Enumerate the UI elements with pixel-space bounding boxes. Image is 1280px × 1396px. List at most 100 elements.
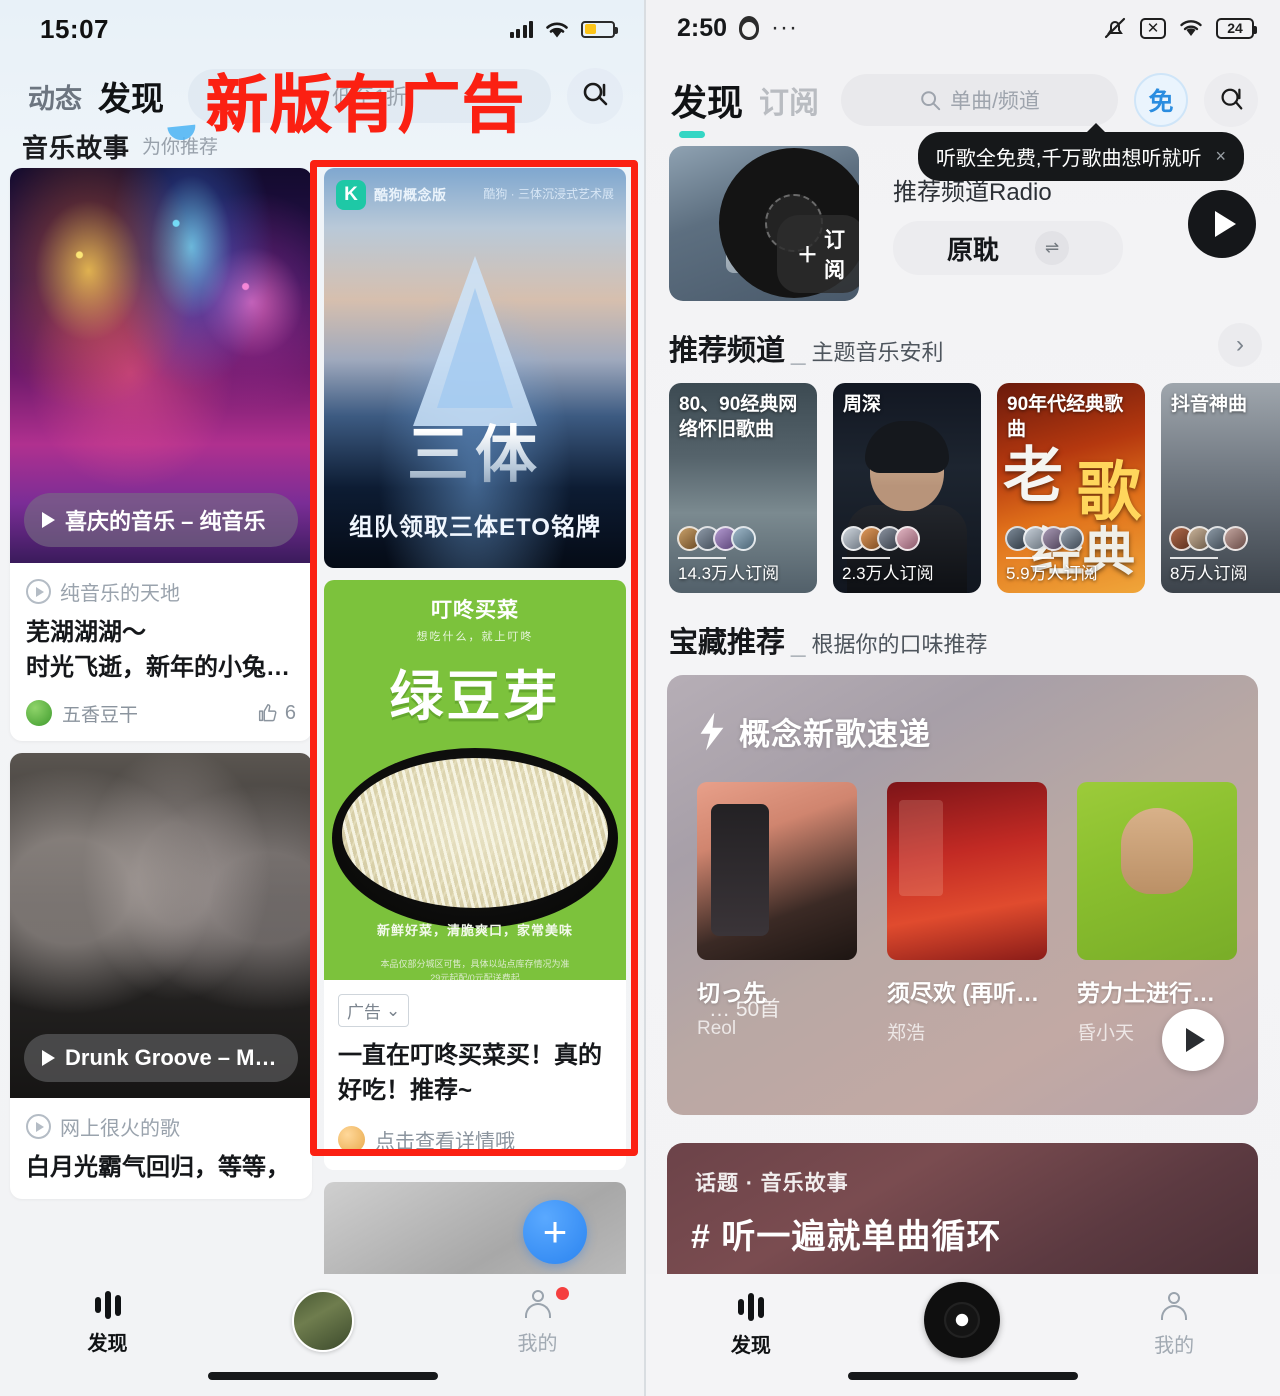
treasure-song-count: … 50首 — [709, 998, 781, 1021]
thumbs-up-icon — [258, 704, 277, 722]
nav-item-discover[interactable]: 发现 — [676, 1292, 826, 1358]
ad-logo-row: K 酷狗概念版 酷狗 · 三体沉浸式艺术展 — [336, 180, 614, 210]
feed-column-right: K 酷狗概念版 酷狗 · 三体沉浸式艺术展 三体 组队领取三体ETO铭牌 叮咚买… — [324, 168, 626, 1292]
music-story-label: 音乐故事 — [22, 133, 131, 160]
channel-card[interactable]: 90年代经典歌曲 老 歌 经典 5.9万人订阅 — [997, 383, 1145, 593]
search-input[interactable]: 单曲/频道 — [841, 74, 1118, 126]
more-dots-icon: ··· — [771, 14, 799, 41]
avatar-icon — [291, 1290, 354, 1352]
left-phone-screen: 15:07 动态 发现 低至1折 音乐故事 为你推荐 喜庆的音乐 – 纯音乐 纯… — [0, 0, 645, 1396]
voice-search-icon[interactable] — [1204, 73, 1258, 127]
play-icon — [42, 512, 55, 528]
annotation-text-left: 新版有广告 — [205, 68, 527, 142]
ad-green-title: 绿豆芽 — [389, 667, 561, 727]
nav-item-player[interactable] — [887, 1282, 1037, 1358]
ad-footer: 广告 ⌄ 一直在叮咚买菜买！真的好吃！推荐~ 点击查看详情哦 — [324, 980, 626, 1170]
channel-card[interactable]: 抖音神曲 8万人订阅 — [1161, 383, 1280, 593]
nav-item-mine[interactable]: 我的 — [463, 1287, 613, 1356]
ad-cta[interactable]: 点击查看详情哦 — [338, 1125, 612, 1154]
bell-off-icon — [1104, 17, 1126, 39]
person-icon — [523, 1290, 553, 1320]
card-author[interactable]: 五香豆干 — [26, 700, 138, 727]
ad-brand-right: 酷狗 · 三体沉浸式艺术展 — [483, 187, 614, 202]
right-status-bar: 2:50 ··· ✕ 24 — [645, 0, 1280, 56]
play-pill[interactable]: Drunk Groove – M… — [24, 1033, 298, 1082]
song-artist: 郑浩 — [887, 1023, 926, 1044]
song-item[interactable]: 劳力士进行曲 (小… 昏小天 — [1077, 782, 1237, 1045]
treasure-play-button[interactable] — [1162, 1009, 1224, 1071]
section-underscore: _ — [791, 628, 806, 658]
waveform-icon — [737, 1292, 764, 1322]
channel-card[interactable]: 80、90经典网络怀旧歌曲 14.3万人订阅 — [669, 383, 817, 593]
ad-big-title: 三体 — [324, 404, 626, 494]
channel-subscriber-count: 5.9万人订阅 — [1006, 564, 1098, 583]
home-indicator — [847, 1372, 1078, 1380]
feed-card-fireworks[interactable]: 喜庆的音乐 – 纯音乐 纯音乐的天地 芜湖湖湖～ 时光飞逝，新年的小兔… 五香豆… — [10, 168, 312, 741]
topic-card[interactable]: 话题 · 音乐故事 # 听一遍就单曲循环 — [667, 1143, 1258, 1283]
ad-tag-button[interactable]: 广告 ⌄ — [338, 994, 410, 1027]
song-item[interactable]: 须尽欢 (再听一遍) 郑浩 — [887, 782, 1047, 1045]
home-indicator — [207, 1372, 438, 1380]
play-icon — [1214, 210, 1236, 237]
like-button[interactable]: 6 — [256, 702, 296, 725]
right-top-bar: 发现 订阅 单曲/频道 免 — [645, 56, 1280, 138]
card-image: 喜庆的音乐 – 纯音乐 — [10, 168, 312, 563]
tab-faxian[interactable]: 发现 — [671, 74, 743, 138]
ad-image-green: 叮咚买菜 想吃什么，就上叮咚 绿豆芽 新鲜好菜，清脆爽口，家常美味 本品仅部分城… — [324, 580, 626, 980]
radio-cover-art[interactable]: ＋ 订阅 — [669, 146, 859, 301]
tab-dingyue[interactable]: 订阅 — [759, 78, 819, 122]
song-cover — [1077, 782, 1237, 960]
song-cover — [697, 782, 857, 960]
ad-card-dingdong[interactable]: 叮咚买菜 想吃什么，就上叮咚 绿豆芽 新鲜好菜，清脆爽口，家常美味 本品仅部分城… — [324, 580, 626, 1170]
card-channel[interactable]: 网上很火的歌 — [26, 1112, 296, 1141]
voice-search-icon[interactable] — [567, 68, 623, 124]
subscribe-button[interactable]: ＋ 订阅 — [777, 215, 859, 293]
free-badge-button[interactable]: 免 — [1134, 73, 1188, 127]
topic-label: 话题 · 音乐故事 — [695, 1172, 849, 1195]
left-bottom-nav: 发现 我的 — [0, 1274, 645, 1396]
nav-label-discover: 发现 — [87, 1333, 128, 1355]
nav-item-discover[interactable]: 发现 — [33, 1290, 183, 1356]
ad-peak-decor-2 — [437, 288, 513, 408]
section-title: 宝藏推荐 — [669, 627, 786, 659]
play-button[interactable] — [1188, 189, 1256, 258]
ad-text: 一直在叮咚买菜买！真的好吃！推荐~ — [338, 1042, 602, 1104]
feed-card-drunk-groove[interactable]: Drunk Groove – M… 网上很火的歌 白月光霸气回归，等等， — [10, 752, 312, 1200]
channel-art-text-1: 老 — [1003, 442, 1063, 509]
channel-label: 网上很火的歌 — [60, 1117, 180, 1140]
swap-icon[interactable]: ⇌ — [1035, 231, 1069, 265]
ad-sub-title: 组队领取三体ETO铭牌 — [349, 514, 601, 541]
screen-divider — [644, 0, 646, 1396]
comparison-screenshots: 15:07 动态 发现 低至1折 音乐故事 为你推荐 喜庆的音乐 – 纯音乐 纯… — [0, 0, 1280, 1396]
tab-dongtai[interactable]: 动态 — [28, 77, 82, 116]
section-header-treasure: 宝藏推荐 _ 根据你的口味推荐 — [645, 593, 1280, 675]
treasure-playlist-card[interactable]: 概念新歌速递 切っ先 Reol 须尽欢 (再听一遍) 郑浩 劳力士进行曲 (小…… — [667, 675, 1258, 1115]
ad-card-santi[interactable]: K 酷狗概念版 酷狗 · 三体沉浸式艺术展 三体 组队领取三体ETO铭牌 — [324, 168, 626, 568]
play-icon — [42, 1049, 55, 1066]
card-channel[interactable]: 纯音乐的天地 — [26, 577, 296, 606]
section-underscore: _ — [791, 336, 806, 366]
channel-card-row[interactable]: 80、90经典网络怀旧歌曲 14.3万人订阅 周深 2.3万人订阅 90年代经典… — [645, 383, 1280, 593]
nav-item-avatar[interactable] — [248, 1290, 398, 1352]
x-box-icon: ✕ — [1140, 17, 1166, 39]
genre-selector[interactable]: 原耽 ⇌ — [893, 221, 1123, 275]
notification-badge — [555, 1287, 569, 1300]
section-header-channels: 推荐频道 _ 主题音乐安利 › — [645, 301, 1280, 383]
play-pill[interactable]: 喜庆的音乐 – 纯音乐 — [24, 493, 298, 547]
ad-brand-name: 酷狗概念版 — [374, 187, 447, 203]
channel-card[interactable]: 周深 2.3万人订阅 — [833, 383, 981, 593]
waveform-icon — [94, 1290, 121, 1320]
chevron-right-icon[interactable]: › — [1218, 323, 1262, 367]
channel-play-icon — [26, 579, 51, 604]
close-icon[interactable]: × — [1215, 146, 1226, 167]
section-title: 推荐频道 — [669, 335, 786, 367]
treasure-header: 概念新歌速递 — [667, 675, 1258, 754]
nav-item-mine[interactable]: 我的 — [1099, 1292, 1249, 1358]
tab-faxian[interactable]: 发现 — [98, 72, 164, 120]
channel-subscriber-count: 2.3万人订阅 — [842, 564, 934, 583]
song-name: 须尽欢 (再听一遍) — [887, 980, 1047, 1006]
channel-title: 周深 — [843, 394, 882, 415]
free-tooltip[interactable]: 听歌全免费,千万歌曲想听就听 × — [917, 123, 1244, 181]
status-time: 15:07 — [40, 13, 109, 44]
add-post-button[interactable]: + — [523, 1200, 587, 1264]
